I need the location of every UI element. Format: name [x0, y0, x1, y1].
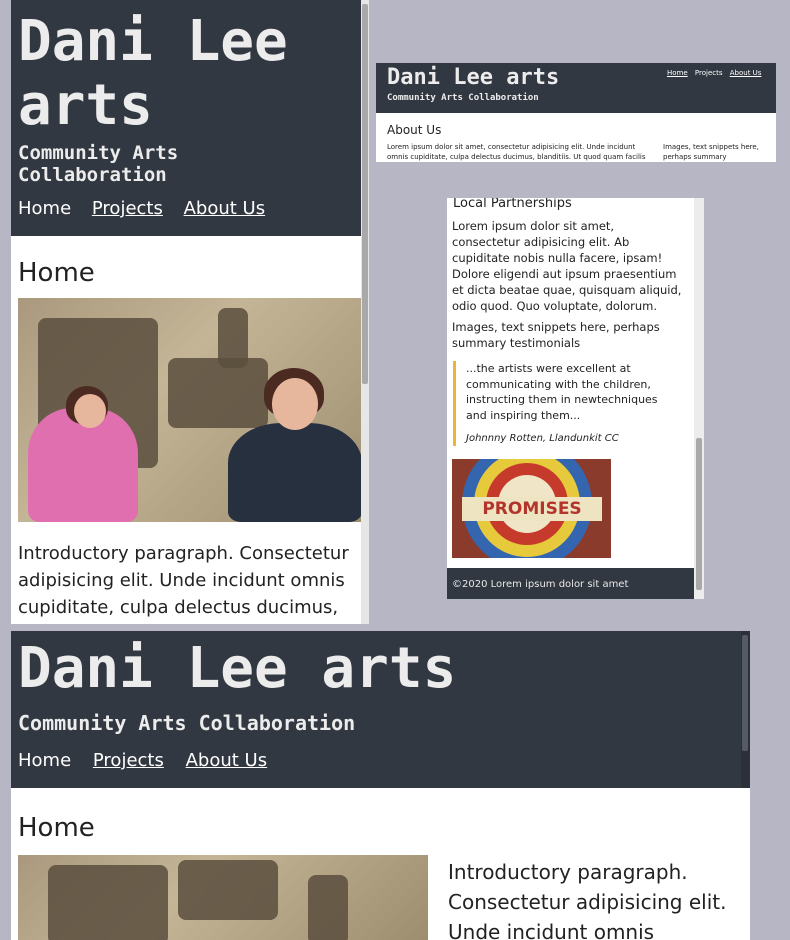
site-header: Dani Lee arts Community Arts Collaborati…	[376, 63, 776, 113]
site-header: Dani Lee arts Community Arts Collaborati…	[11, 631, 750, 788]
site-tagline: Community Arts Collaboration	[18, 711, 356, 735]
site-title: Dani Lee arts	[387, 65, 560, 90]
site-tagline: Community Arts Collaboration	[18, 142, 178, 186]
page-heading: About Us	[387, 123, 442, 137]
nav-about-link[interactable]: About Us	[730, 69, 762, 77]
desktop-preview: Dani Lee arts Community Arts Collaborati…	[11, 631, 750, 940]
nav-projects-link[interactable]: Projects	[695, 69, 723, 77]
nav-projects-link[interactable]: Projects	[92, 198, 163, 219]
tagline-line1: Community Arts	[18, 142, 179, 164]
nav-projects-link[interactable]: Projects	[93, 750, 164, 771]
wide-preview: Dani Lee arts Community Arts Collaborati…	[376, 63, 776, 162]
site-tagline: Community Arts Collaboration	[387, 93, 539, 103]
tagline-line2: Collaboration	[18, 164, 167, 186]
intro-paragraph: Introductory paragraph. Consectetur adip…	[18, 543, 349, 618]
site-header: Dani Lee arts Community Arts Collaborati…	[11, 0, 369, 236]
nav-home-link[interactable]: Home	[18, 198, 71, 219]
scrollbar[interactable]	[741, 631, 750, 788]
main-nav: Home Projects About Us	[18, 198, 265, 219]
site-footer: ©2020 Lorem ipsum dolor sit amet	[447, 568, 694, 599]
mosaic-word: PROMISES	[462, 497, 602, 521]
hero-photo	[18, 855, 428, 940]
main-nav: Home Projects About Us	[18, 750, 267, 771]
partners-paragraph: Lorem ipsum dolor sit amet, consectetur …	[452, 219, 682, 313]
scrollbar[interactable]	[361, 0, 369, 624]
quote-text: ...the artists were excellent at communi…	[466, 362, 658, 422]
partnerships-preview: Local Partnerships Lorem ipsum dolor sit…	[447, 198, 704, 599]
nav-about-link[interactable]: About Us	[184, 198, 266, 219]
site-title-line2: arts	[18, 73, 153, 138]
page-heading: Home	[18, 813, 95, 843]
nav-home-link[interactable]: Home	[18, 750, 71, 771]
testimonial-quote: ...the artists were excellent at communi…	[453, 361, 684, 446]
site-title-line1: Dani Lee	[18, 9, 288, 74]
site-title: Dani Lee arts	[18, 10, 288, 138]
main-nav: Home Projects About Us	[667, 69, 761, 77]
mosaic-photo: PROMISES	[452, 459, 611, 558]
about-paragraph: Lorem ipsum dolor sit amet, consectetur …	[387, 143, 646, 161]
hero-photo	[18, 298, 362, 522]
section-heading: Local Partnerships	[453, 198, 572, 211]
quote-attribution: Johnnny Rotten, Llandunkit CC	[466, 433, 619, 444]
site-title: Dani Lee arts	[18, 636, 457, 701]
mobile-preview: Dani Lee arts Community Arts Collaborati…	[11, 0, 369, 624]
footer-text: ©2020 Lorem ipsum dolor sit amet	[452, 579, 629, 590]
nav-home-link[interactable]: Home	[667, 69, 688, 77]
scrollbar[interactable]	[694, 198, 704, 599]
scrollbar-thumb[interactable]	[362, 4, 368, 384]
scrollbar-thumb[interactable]	[696, 438, 702, 590]
aside-text: Images, text snippets here, perhaps summ…	[663, 143, 759, 161]
snippets-text: Images, text snippets here, perhaps summ…	[452, 320, 660, 350]
nav-about-link[interactable]: About Us	[186, 750, 268, 771]
scrollbar-thumb[interactable]	[742, 635, 748, 751]
page-heading: Home	[18, 258, 95, 288]
intro-paragraph: Introductory paragraph. Consectetur adip…	[448, 860, 727, 940]
